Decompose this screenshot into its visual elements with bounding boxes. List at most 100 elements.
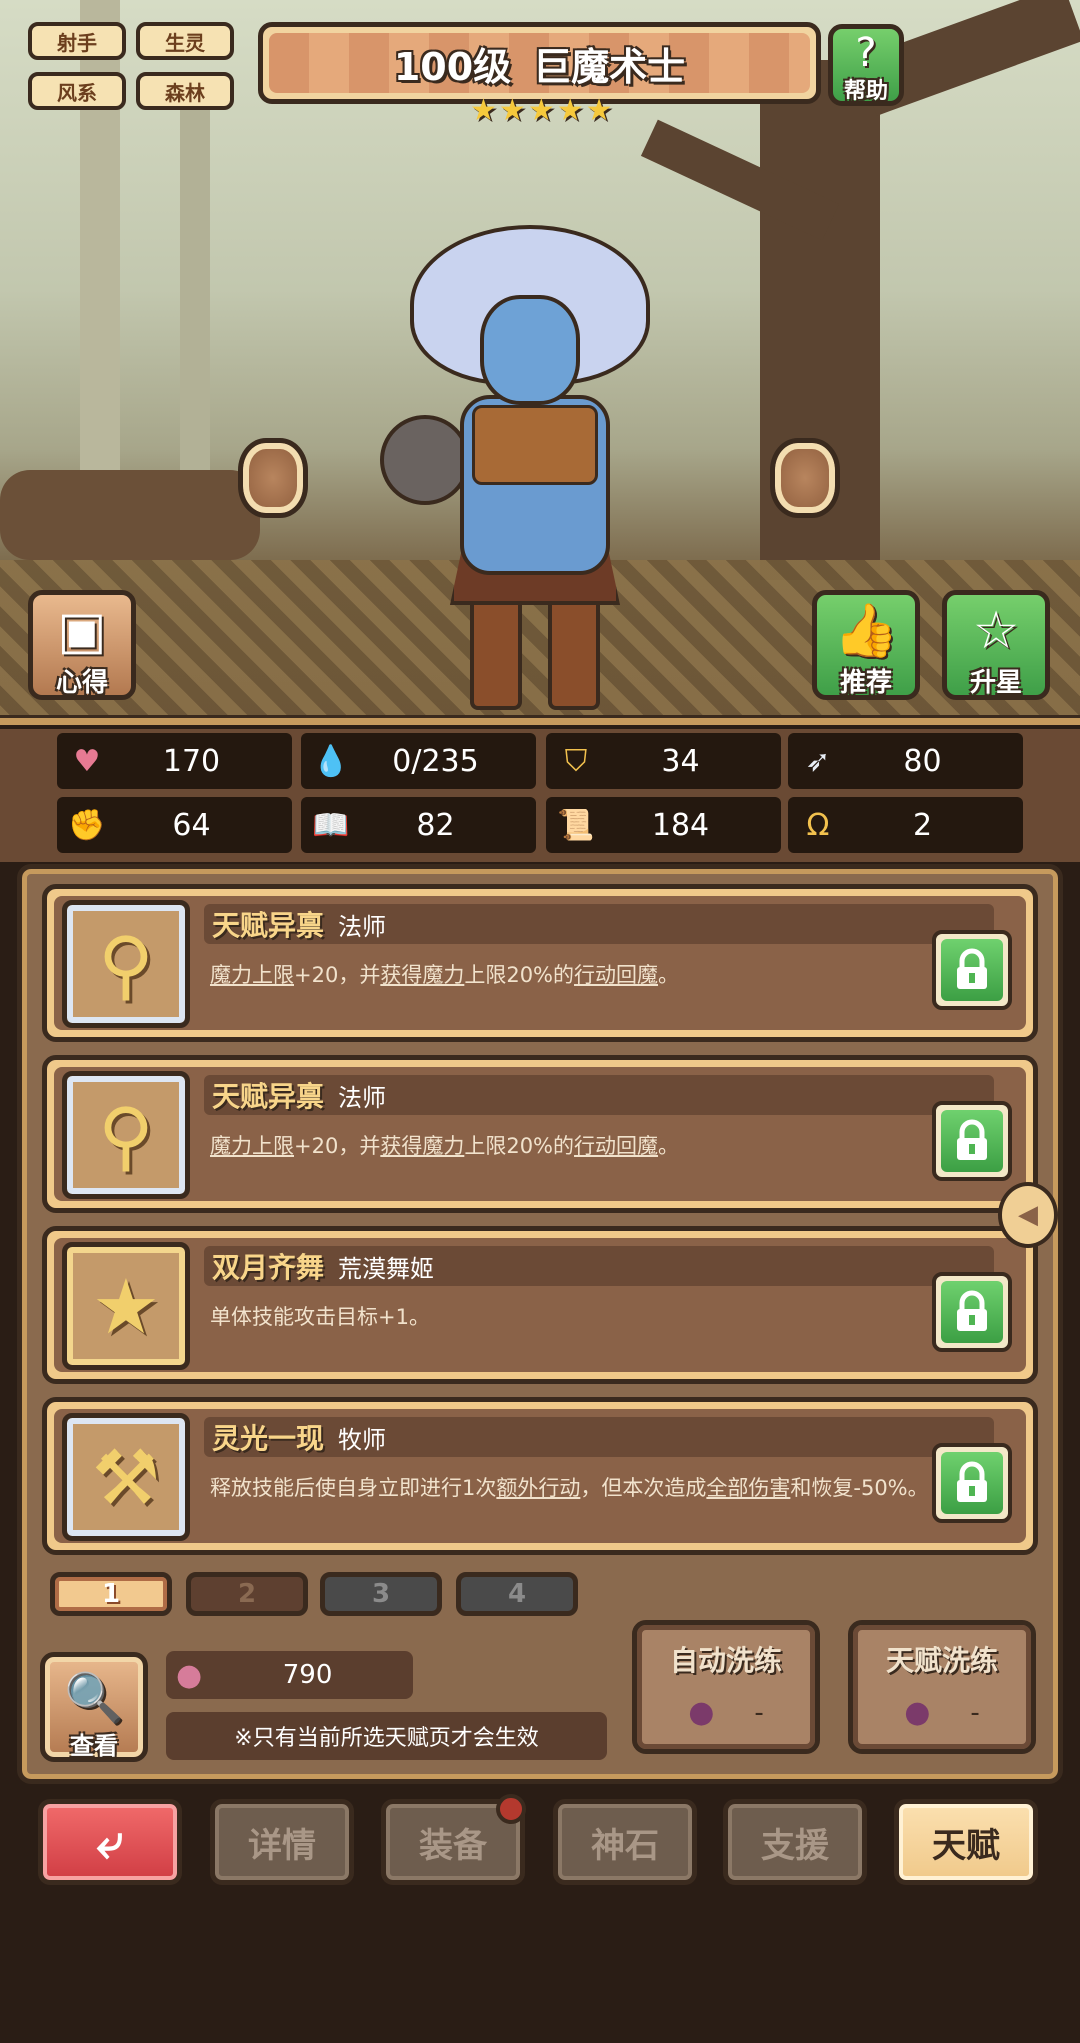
talent-page-tab-1[interactable]: 1 <box>50 1572 172 1616</box>
talent-class: 法师 <box>338 912 387 941</box>
view-button[interactable]: 🔍 查看 <box>40 1652 148 1762</box>
talent-wash-label: 天赋洗练 <box>885 1644 998 1677</box>
stat-hp: ♥ 170 <box>57 733 292 789</box>
help-button[interactable]: ? 帮助 <box>828 24 904 106</box>
heart-icon: ♥ <box>73 743 101 779</box>
nav-equipment-label: 装备 <box>419 1825 487 1866</box>
wing-icon: ➶ <box>805 743 831 779</box>
stat-value: 64 <box>172 807 211 843</box>
talent-lock-button[interactable] <box>932 1101 1012 1181</box>
talent-class: 法师 <box>338 1083 387 1112</box>
talent-page-tab-3[interactable]: 3 <box>320 1572 442 1616</box>
hero-title-banner: 100级 巨魔术士 <box>258 22 821 104</box>
talent-description: 魔力上限+20，并获得魔力上限20%的行动回魔。 <box>210 1129 930 1163</box>
talent-description: 释放技能后使自身立即进行1次额外行动，但本次造成全部伤害和恢复-50%。 <box>210 1471 930 1505</box>
auto-wash-button[interactable]: 自动洗练 ● - <box>632 1620 820 1754</box>
page-effect-note: ※只有当前所选天赋页才会生效 <box>166 1712 607 1760</box>
horseshoe-icon: Ω <box>806 807 830 843</box>
star-icon: ★ <box>498 93 526 128</box>
stat-spell: 📜 184 <box>546 797 781 853</box>
keyword-link[interactable]: 全部伤害 <box>706 1476 790 1500</box>
notification-dot <box>496 1794 526 1824</box>
stat-defense: ⛉ 34 <box>546 733 781 789</box>
keyword-link[interactable]: 魔力上限 <box>210 1134 294 1158</box>
hero-name: 巨魔术士 <box>533 44 686 89</box>
view-label: 查看 <box>70 1732 118 1760</box>
talent-card[interactable]: ⚒ 灵光一现 牧师 释放技能后使自身立即进行1次额外行动，但本次造成全部伤害和恢复-5… <box>42 1397 1038 1555</box>
talent-header: 天赋异禀 法师 <box>204 1075 994 1115</box>
talent-description: 魔力上限+20，并获得魔力上限20%的行动回魔。 <box>210 958 930 992</box>
description-text: 。 <box>658 1134 680 1158</box>
star-up-button[interactable]: ☆ 升星 <box>942 590 1050 700</box>
lock-icon <box>941 1110 1003 1172</box>
talent-card-body: ★ 双月齐舞 荒漠舞姬 单体技能攻击目标+1。 <box>54 1238 1026 1372</box>
star-icon: ★ <box>527 93 555 128</box>
gem-counter: ● 790 <box>166 1651 413 1699</box>
keyword-link[interactable]: 行动回魔 <box>574 1134 658 1158</box>
description-text: 上限20%的 <box>464 1134 575 1158</box>
thumbs-up-icon: 👍 <box>833 601 899 661</box>
stat-value: 184 <box>651 807 710 843</box>
talent-lock-button[interactable] <box>932 1272 1012 1352</box>
nav-talent[interactable]: 天赋 <box>894 1799 1038 1885</box>
talent-card-body: ⚲ 天赋异禀 法师魔力上限+20，并获得魔力上限20%的行动回魔。 <box>54 1067 1026 1201</box>
description-text: +20，并 <box>294 1134 381 1158</box>
talent-lock-button[interactable] <box>932 1443 1012 1523</box>
talent-wash-button[interactable]: 天赋洗练 ● - <box>848 1620 1036 1754</box>
tag-terrain: 森林 <box>136 72 234 110</box>
equipment-gem-slot-left[interactable] <box>238 438 308 518</box>
hero-face <box>480 295 580 405</box>
nav-godstone[interactable]: 神石 <box>553 1799 697 1885</box>
talent-page-tab-2[interactable]: 2 <box>186 1572 308 1616</box>
tag-race: 生灵 <box>136 22 234 60</box>
gem-fruit-icon: ● <box>176 1657 203 1693</box>
hero-leg <box>470 595 522 710</box>
fist-icon: ✊ <box>68 807 106 843</box>
talent-card-body: ⚒ 灵光一现 牧师 释放技能后使自身立即进行1次额外行动，但本次造成全部伤害和恢复-5… <box>54 1409 1026 1543</box>
keyword-link[interactable]: 额外行动 <box>496 1476 580 1500</box>
talent-card[interactable]: ⚲ 天赋异禀 法师 魔力上限+20，并获得魔力上限20%的行动回魔。 <box>42 884 1038 1042</box>
description-text: 释放技能后使自身立即进行1次 <box>210 1476 497 1500</box>
equipment-gem-slot-right[interactable] <box>770 438 840 518</box>
stat-value: 34 <box>661 743 700 779</box>
back-button[interactable]: ⤶ <box>38 1799 182 1885</box>
notes-label: 心得 <box>55 668 108 698</box>
panel-expand-handle[interactable]: ◀ <box>998 1182 1058 1248</box>
talent-description: 单体技能攻击目标+1。 <box>210 1300 930 1334</box>
keyword-link[interactable]: 行动回魔 <box>574 963 658 987</box>
notes-button[interactable]: ▣ 心得 <box>28 590 136 700</box>
talent-wash-value: - <box>970 1697 980 1728</box>
lock-icon <box>941 939 1003 1001</box>
stats-bar: ♥ 170 💧 0/235 ⛉ 34 ➶ 80 ✊ 64 📖 82 📜 184 … <box>0 729 1080 862</box>
nav-equipment[interactable]: 装备 <box>381 1794 526 1885</box>
star-up-label: 升星 <box>969 668 1022 698</box>
star-icon: ★ <box>585 93 613 128</box>
keyword-link[interactable]: 获得魔力 <box>380 963 464 987</box>
talent-card[interactable]: ★ 双月齐舞 荒漠舞姬 单体技能攻击目标+1。 <box>42 1226 1038 1384</box>
description-text: 单体技能攻击目标+1。 <box>210 1305 430 1329</box>
wash-fruit-icon: ● <box>904 1695 931 1730</box>
star-up-icon: ☆ <box>972 601 1020 661</box>
description-text: +20，并 <box>294 963 381 987</box>
return-arrow-icon: ⤶ <box>96 1813 124 1870</box>
hero-mace <box>380 415 470 505</box>
scroll-icon: 📜 <box>557 807 595 843</box>
talent-page-tab-4[interactable]: 4 <box>456 1572 578 1616</box>
mana-drop-icon: 💧 <box>312 743 350 779</box>
talent-class: 荒漠舞姬 <box>338 1254 435 1283</box>
staff-icon: ⚲ <box>62 1071 190 1199</box>
stat-mana: 💧 0/235 <box>301 733 536 789</box>
talent-card[interactable]: ⚲ 天赋异禀 法师魔力上限+20，并获得魔力上限20%的行动回魔。 <box>42 1055 1038 1213</box>
description-text: ，但本次造成 <box>580 1476 707 1500</box>
talent-name: 天赋异禀 <box>212 1080 325 1113</box>
talent-header: 天赋异禀 法师 <box>204 904 994 944</box>
talent-lock-button[interactable] <box>932 930 1012 1010</box>
keyword-link[interactable]: 获得魔力 <box>380 1134 464 1158</box>
recommend-button[interactable]: 👍 推荐 <box>812 590 920 700</box>
nav-details[interactable]: 详情 <box>210 1799 354 1885</box>
keyword-link[interactable]: 魔力上限 <box>210 963 294 987</box>
nav-support[interactable]: 支援 <box>723 1799 867 1885</box>
talent-name: 灵光一现 <box>212 1422 325 1455</box>
lock-icon <box>941 1281 1003 1343</box>
recommend-label: 推荐 <box>839 668 892 698</box>
